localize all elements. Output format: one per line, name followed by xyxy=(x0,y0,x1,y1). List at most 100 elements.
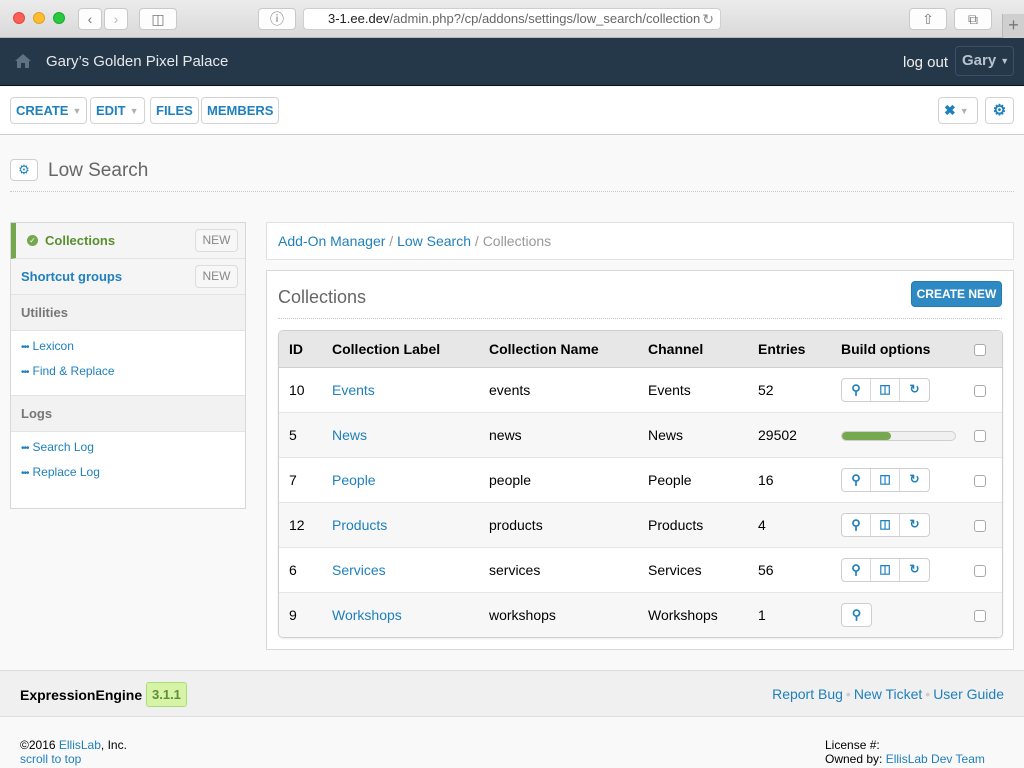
version-badge[interactable]: 3.1.1 xyxy=(146,682,187,707)
collection-label-link[interactable]: Products xyxy=(332,517,387,533)
tabs-icon: ⧉ xyxy=(968,11,978,27)
book-icon: ◫ xyxy=(879,381,891,396)
gear-icon: ⚙ xyxy=(18,162,30,177)
back-button[interactable]: ‹ xyxy=(78,8,102,30)
row-checkbox[interactable] xyxy=(974,474,986,487)
cell-build-options: ⚲ ◫ ↻ xyxy=(831,547,964,593)
edit-menu-button[interactable]: EDIT ▼ xyxy=(90,97,145,124)
new-tab-button[interactable]: + xyxy=(1002,14,1024,38)
sidebar-link-find-replace[interactable]: ••• Find & Replace xyxy=(21,364,245,389)
sidebar-link-search-log[interactable]: ••• Search Log xyxy=(21,440,245,465)
collections-panel: Collections CREATE NEW ID Collection Lab… xyxy=(266,270,1014,650)
reload-icon[interactable]: ↻ xyxy=(702,9,714,29)
new-ticket-link[interactable]: New Ticket xyxy=(854,686,922,702)
collection-label-link[interactable]: Workshops xyxy=(332,607,402,623)
build-search-button[interactable]: ⚲ xyxy=(842,513,871,536)
build-refresh-button[interactable]: ↻ xyxy=(900,379,929,401)
column-header-id[interactable]: ID xyxy=(279,331,322,368)
logout-link[interactable]: log out xyxy=(903,54,948,71)
lexicon-link[interactable]: Lexicon xyxy=(33,339,74,353)
build-search-button[interactable]: ⚲ xyxy=(842,468,871,491)
members-button[interactable]: MEMBERS xyxy=(201,97,280,124)
build-options-group: ⚲ ◫ ↻ xyxy=(841,377,930,402)
build-refresh-button[interactable]: ↻ xyxy=(900,559,929,581)
build-index-button[interactable]: ◫ xyxy=(871,558,900,581)
breadcrumb-low-search[interactable]: Low Search xyxy=(397,233,471,249)
settings-button[interactable]: ⚙ xyxy=(985,97,1014,124)
build-refresh-button[interactable]: ↻ xyxy=(900,469,929,491)
table-row: 7 People people People 16 ⚲ ◫ ↻ xyxy=(279,457,1002,503)
close-window-button[interactable] xyxy=(13,12,25,24)
developer-tools-button[interactable]: ✖ ▼ xyxy=(938,97,978,124)
minimize-window-button[interactable] xyxy=(33,12,45,24)
collection-label-link[interactable]: Events xyxy=(332,382,375,398)
replace-log-link[interactable]: Replace Log xyxy=(33,465,100,479)
search-log-link[interactable]: Search Log xyxy=(33,440,94,454)
password-button[interactable]: ⓘ xyxy=(258,8,296,30)
find-replace-link[interactable]: Find & Replace xyxy=(33,364,115,378)
build-search-button[interactable]: ⚲ xyxy=(842,378,871,401)
cell-build-options: ⚲ ◫ ↻ xyxy=(831,457,964,503)
new-shortcut-group-button[interactable]: NEW xyxy=(195,265,238,288)
cell-id: 6 xyxy=(279,547,322,593)
create-label: CREATE xyxy=(16,103,69,118)
sidebar-link-replace-log[interactable]: ••• Replace Log xyxy=(21,465,245,490)
address-bar[interactable]: 3-1.ee.dev/admin.php?/cp/addons/settings… xyxy=(303,8,721,30)
create-menu-button[interactable]: CREATE ▼ xyxy=(10,97,88,124)
row-checkbox[interactable] xyxy=(974,519,986,532)
row-checkbox[interactable] xyxy=(974,610,986,623)
column-header-entries[interactable]: Entries xyxy=(748,331,831,368)
new-collection-button[interactable]: NEW xyxy=(195,229,238,252)
share-button[interactable]: ⇧ xyxy=(909,8,947,30)
row-checkbox[interactable] xyxy=(974,564,986,577)
row-checkbox[interactable] xyxy=(974,384,986,397)
sidebar-item-collections[interactable]: ✓ Collections NEW xyxy=(11,223,245,259)
cell-label: Services xyxy=(322,547,479,593)
forward-button[interactable]: › xyxy=(104,8,128,30)
build-search-button[interactable]: ⚲ xyxy=(842,558,871,581)
divider xyxy=(278,318,1002,319)
share-icon: ⇧ xyxy=(922,11,934,27)
main-toolbar: CREATE ▼ EDIT ▼ FILES MEMBERS ✖ ▼ ⚙ xyxy=(0,87,1024,135)
build-index-button[interactable]: ◫ xyxy=(871,378,900,401)
files-button[interactable]: FILES xyxy=(150,97,199,124)
bullet-separator: • xyxy=(925,686,931,702)
select-all-checkbox[interactable] xyxy=(974,344,986,357)
column-header-name[interactable]: Collection Name xyxy=(479,331,638,368)
cell-build-options xyxy=(831,412,964,458)
column-header-channel[interactable]: Channel xyxy=(638,331,748,368)
sidebar-icon: ◫ xyxy=(151,11,165,27)
chevron-left-icon: ‹ xyxy=(87,11,93,27)
license-label: License #: xyxy=(825,738,880,752)
site-name[interactable]: Gary’s Golden Pixel Palace xyxy=(46,53,228,70)
report-bug-link[interactable]: Report Bug xyxy=(772,686,843,702)
cell-label: Products xyxy=(322,502,479,548)
build-refresh-button[interactable]: ↻ xyxy=(900,514,929,536)
build-search-button[interactable]: ⚲ xyxy=(842,604,871,626)
sidebar-toggle-button[interactable]: ◫ xyxy=(139,8,177,30)
collection-label-link[interactable]: News xyxy=(332,427,367,443)
column-header-label[interactable]: Collection Label xyxy=(322,331,479,368)
tabs-overview-button[interactable]: ⧉ xyxy=(954,8,992,30)
user-guide-link[interactable]: User Guide xyxy=(933,686,1004,702)
sidebar-item-label[interactable]: Collections xyxy=(45,233,115,248)
chevron-down-icon: ▼ xyxy=(72,106,82,116)
create-new-button[interactable]: CREATE NEW xyxy=(911,281,1002,307)
build-index-button[interactable]: ◫ xyxy=(871,468,900,491)
owner-link[interactable]: EllisLab Dev Team xyxy=(886,752,985,766)
row-checkbox[interactable] xyxy=(974,429,986,442)
sidebar-link-lexicon[interactable]: ••• Lexicon xyxy=(21,339,245,364)
scroll-to-top-link[interactable]: scroll to top xyxy=(20,752,81,766)
build-index-button[interactable]: ◫ xyxy=(871,513,900,536)
home-icon[interactable] xyxy=(15,54,31,68)
collection-label-link[interactable]: People xyxy=(332,472,376,488)
addon-settings-button[interactable]: ⚙ xyxy=(10,159,38,181)
refresh-icon: ↻ xyxy=(909,561,920,576)
user-menu-button[interactable]: Gary ▼ xyxy=(955,46,1014,76)
breadcrumb-addon-manager[interactable]: Add-On Manager xyxy=(278,233,385,249)
ellislab-link[interactable]: EllisLab xyxy=(59,738,101,752)
sidebar-item-shortcut-groups[interactable]: Shortcut groups NEW xyxy=(11,259,245,295)
sidebar-item-label[interactable]: Shortcut groups xyxy=(21,269,122,284)
zoom-window-button[interactable] xyxy=(53,12,65,24)
collection-label-link[interactable]: Services xyxy=(332,562,386,578)
